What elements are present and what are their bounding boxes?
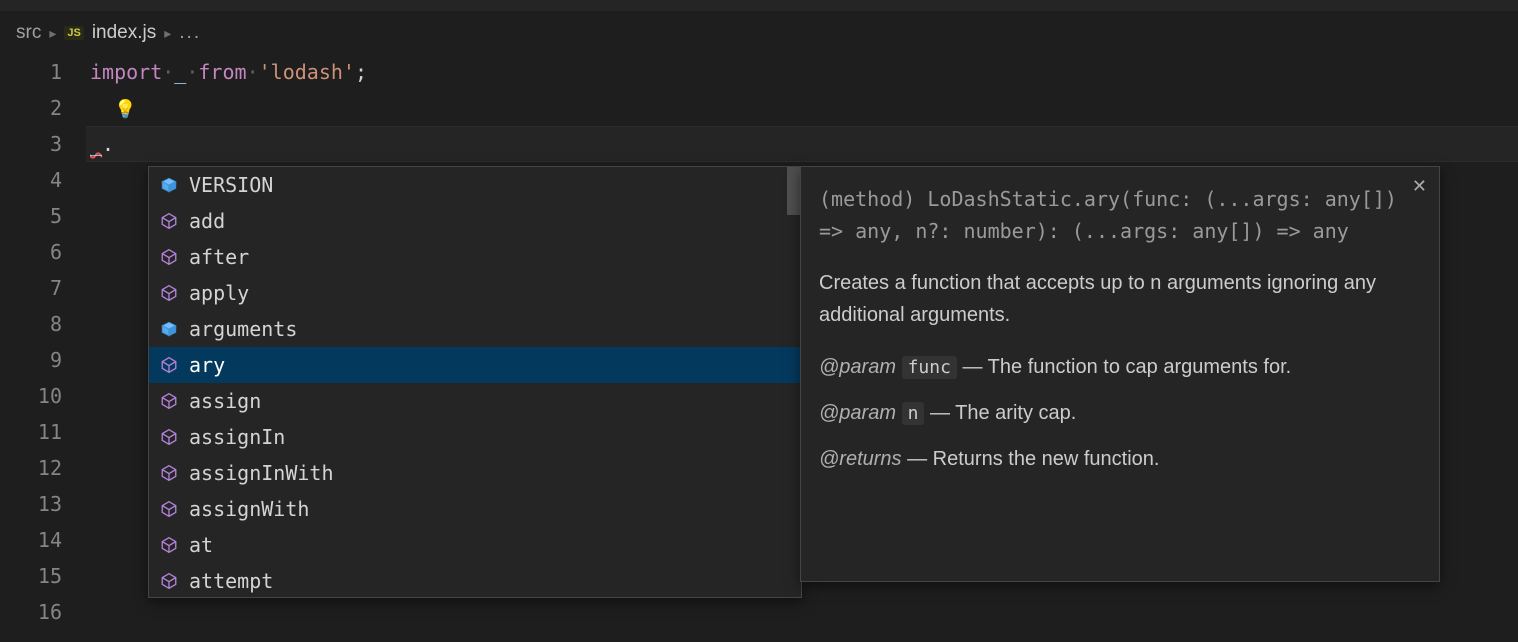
line-number: 12 [0, 450, 62, 486]
doc-tag-name: @param [819, 402, 896, 424]
doc-tag-text: — The arity cap. [924, 402, 1076, 424]
line-number: 7 [0, 270, 62, 306]
keyword-token: import [90, 60, 162, 84]
method-icon [159, 247, 179, 267]
autocomplete-item[interactable]: assignInWith [149, 455, 801, 491]
field-icon [159, 175, 179, 195]
doc-description: Creates a function that accepts up to n … [819, 267, 1421, 331]
autocomplete-item-label: assignInWith [189, 461, 334, 485]
autocomplete-item[interactable]: apply [149, 275, 801, 311]
line-number: 15 [0, 558, 62, 594]
whitespace-marker: · [247, 60, 259, 84]
whitespace-marker: · [186, 60, 198, 84]
autocomplete-item-label: assign [189, 389, 261, 413]
scrollbar-thumb[interactable] [787, 167, 801, 215]
javascript-icon: JS [64, 26, 83, 40]
variable-token: _ [174, 60, 186, 84]
line-number: 9 [0, 342, 62, 378]
autocomplete-item[interactable]: add [149, 203, 801, 239]
line-number: 10 [0, 378, 62, 414]
method-icon [159, 427, 179, 447]
variable-token: _ [90, 132, 102, 156]
method-icon [159, 211, 179, 231]
method-icon [159, 463, 179, 483]
doc-tag-text: — Returns the new function. [902, 448, 1160, 470]
chevron-right-icon: ▸ [164, 25, 171, 42]
code-line[interactable]: _. [90, 126, 1518, 162]
doc-signature: (method) LoDashStatic.ary(func: (...args… [819, 183, 1421, 247]
punct-token: . [102, 132, 114, 156]
line-number: 16 [0, 594, 62, 630]
autocomplete-item-label: assignWith [189, 497, 309, 521]
method-icon [159, 499, 179, 519]
method-icon [159, 283, 179, 303]
doc-tag: @returns — Returns the new function. [819, 443, 1421, 475]
autocomplete-item[interactable]: VERSION [149, 167, 801, 203]
lightbulb-icon[interactable]: 💡 [114, 99, 136, 120]
method-icon [159, 391, 179, 411]
keyword-token: from [198, 60, 246, 84]
breadcrumb[interactable]: src ▸ JS index.js ▸ ... [0, 12, 1518, 54]
line-number: 5 [0, 198, 62, 234]
autocomplete-item-label: at [189, 533, 213, 557]
line-number: 6 [0, 234, 62, 270]
line-number: 8 [0, 306, 62, 342]
doc-tag-arg: n [902, 402, 925, 425]
autocomplete-item[interactable]: ary [149, 347, 801, 383]
line-number-gutter: 1 2 3 4 5 6 7 8 9 10 11 12 13 14 15 16 [0, 54, 90, 630]
doc-tag-text: — The function to cap arguments for. [957, 356, 1291, 378]
autocomplete-item-label: arguments [189, 317, 297, 341]
code-line[interactable]: 💡 [90, 90, 1518, 126]
autocomplete-item-label: add [189, 209, 225, 233]
documentation-panel: ✕ (method) LoDashStatic.ary(func: (...ar… [800, 166, 1440, 582]
autocomplete-item[interactable]: assignIn [149, 419, 801, 455]
autocomplete-list[interactable]: VERSION add after apply arguments ary assign as… [149, 167, 801, 597]
line-number: 11 [0, 414, 62, 450]
line-number: 2 [0, 90, 62, 126]
autocomplete-item[interactable]: arguments [149, 311, 801, 347]
code-line[interactable] [90, 594, 1518, 630]
chevron-right-icon: ▸ [49, 25, 56, 42]
doc-tag-name: @returns [819, 448, 902, 470]
method-icon [159, 355, 179, 375]
tab-bar [0, 0, 1518, 12]
autocomplete-item[interactable]: assignWith [149, 491, 801, 527]
punct-token: ; [355, 60, 367, 84]
breadcrumb-filename[interactable]: index.js [92, 22, 156, 44]
autocomplete-popup[interactable]: VERSION add after apply arguments ary assign as… [148, 166, 802, 598]
line-number: 13 [0, 486, 62, 522]
doc-tag: @param n — The arity cap. [819, 397, 1421, 429]
autocomplete-item[interactable]: after [149, 239, 801, 275]
autocomplete-item-label: assignIn [189, 425, 285, 449]
whitespace-marker: · [162, 60, 174, 84]
field-icon [159, 319, 179, 339]
autocomplete-item-label: apply [189, 281, 249, 305]
autocomplete-item-label: after [189, 245, 249, 269]
method-icon [159, 571, 179, 591]
close-icon[interactable]: ✕ [1412, 177, 1427, 195]
doc-tag-arg: func [902, 356, 957, 379]
line-number: 1 [0, 54, 62, 90]
doc-tag: @param func — The function to cap argume… [819, 351, 1421, 383]
code-line[interactable]: import·_·from·'lodash'; [90, 54, 1518, 90]
autocomplete-item[interactable]: at [149, 527, 801, 563]
line-number: 14 [0, 522, 62, 558]
autocomplete-item-label: attempt [189, 569, 273, 593]
autocomplete-item-label: ary [189, 353, 225, 377]
autocomplete-item[interactable]: assign [149, 383, 801, 419]
breadcrumb-folder[interactable]: src [16, 22, 41, 44]
doc-tag-name: @param [819, 356, 896, 378]
line-number: 4 [0, 162, 62, 198]
autocomplete-item-label: VERSION [189, 173, 273, 197]
breadcrumb-more[interactable]: ... [179, 22, 201, 44]
method-icon [159, 535, 179, 555]
autocomplete-item[interactable]: attempt [149, 563, 801, 598]
string-token: 'lodash' [259, 60, 355, 84]
line-number: 3 [0, 126, 62, 162]
